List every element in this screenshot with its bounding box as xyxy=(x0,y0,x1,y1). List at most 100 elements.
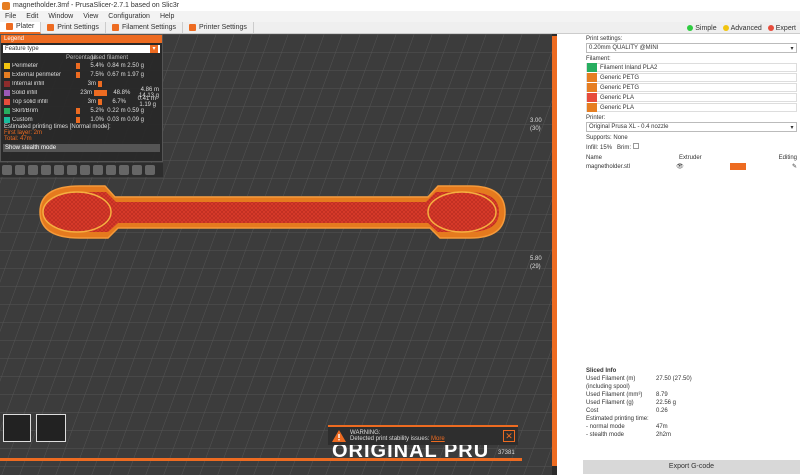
menu-file[interactable]: File xyxy=(0,13,21,20)
travel-icon[interactable] xyxy=(2,165,12,175)
menu-view[interactable]: View xyxy=(78,13,103,20)
col-feature xyxy=(4,55,66,61)
legend-row[interactable]: Skirt/Brim 5.2% 0.22 m 0.59 g xyxy=(1,106,162,115)
tab-print-settings[interactable]: Print Settings xyxy=(41,21,106,34)
menu-help[interactable]: Help xyxy=(155,13,179,20)
sliced-info: Sliced Info Used Filament (m) 27.50 (27.5… xyxy=(583,367,800,439)
horizontal-move-slider[interactable] xyxy=(0,458,522,461)
show-stealth-button[interactable]: Show stealth mode xyxy=(3,144,160,152)
tab-plater[interactable]: Plater xyxy=(0,21,42,34)
tool-marker-icon[interactable] xyxy=(132,165,142,175)
shells-icon[interactable] xyxy=(119,165,129,175)
close-icon[interactable]: ✕ xyxy=(503,430,515,442)
filament-select-3[interactable]: Generic PETG xyxy=(586,83,797,92)
retraction-icon[interactable] xyxy=(28,165,38,175)
layer-mid-index: (29) xyxy=(530,264,541,270)
horizontal-slider-value: 37381 xyxy=(498,450,515,456)
menu-edit[interactable]: Edit xyxy=(21,13,43,20)
tool-change-icon[interactable] xyxy=(67,165,77,175)
legend-row-used: 0.22 m 0.59 g xyxy=(107,107,144,114)
supports-value[interactable]: None xyxy=(613,135,627,141)
mode-expert[interactable]: Expert xyxy=(767,24,796,32)
custom-gcode-icon[interactable] xyxy=(106,165,116,175)
filament-select-5[interactable]: Generic PLA xyxy=(586,103,797,112)
export-gcode-button[interactable]: Export G-code xyxy=(583,460,800,474)
bar-icon xyxy=(76,62,80,69)
window-title: magnetholder.3mf - PrusaSlicer-2.7.1 bas… xyxy=(13,2,180,9)
layer-slider-labels: 3.00 (30) 5.80 (29) xyxy=(529,34,552,475)
mode-simple-label: Simple xyxy=(695,24,717,32)
eye-icon[interactable]: 👁 xyxy=(676,163,684,170)
legend-row-name: External perimeter xyxy=(12,71,62,78)
view-cube-layers-icon[interactable] xyxy=(36,414,66,442)
perimeter-swatch xyxy=(4,62,10,69)
sliced-info-row: - stealth mode 2h2m xyxy=(583,431,800,439)
warning-more-link[interactable]: More xyxy=(431,436,445,442)
sidebar: Print settings: 0.20mm QUALITY @MINI ▾ Fi… xyxy=(583,34,800,475)
object-extruder-swatch[interactable] xyxy=(729,163,746,170)
legend-toggle-icon[interactable] xyxy=(145,165,155,175)
object-list-item[interactable]: magnetholder.stl 👁 ✎ xyxy=(583,162,800,171)
bar-icon xyxy=(98,98,102,105)
filament-select-1[interactable]: Filament Inland PLA2 xyxy=(586,63,797,72)
custom-swatch xyxy=(4,116,10,123)
pause-icon[interactable] xyxy=(93,165,103,175)
seams-icon[interactable] xyxy=(54,165,64,175)
brim-checkbox[interactable] xyxy=(632,143,639,149)
menu-window[interactable]: Window xyxy=(43,13,78,20)
sliced-key: Used Filament (mm³) xyxy=(586,392,643,398)
menu-configuration[interactable]: Configuration xyxy=(103,13,155,20)
deretraction-icon[interactable] xyxy=(41,165,51,175)
col-used-filament: Used filament xyxy=(91,55,128,61)
mode-advanced-label: Advanced xyxy=(730,24,762,32)
filament-select-4[interactable]: Generic PLA xyxy=(586,93,797,102)
warning-message: Detected print stability issues: xyxy=(350,436,430,442)
sliced-key: Estimated printing time: xyxy=(586,416,649,422)
legend-panel: Legend Feature type ▾ Percentage Used fil… xyxy=(0,34,163,162)
col-editing: Editing xyxy=(778,155,797,161)
supports-label: Supports: xyxy=(586,135,612,141)
legend-row[interactable]: Top solid infill 3m 6.7% 0.41 m 1.19 g xyxy=(1,96,162,108)
legend-row[interactable]: Custom 1.0% 0.03 m 0.09 g xyxy=(1,115,162,124)
sliced-key: Used Filament (m) xyxy=(586,376,636,382)
expert-dot-icon xyxy=(767,24,774,31)
plater-icon xyxy=(6,23,13,30)
internal-infill-swatch xyxy=(4,80,10,87)
legend-row-pct: 6.7% xyxy=(112,98,126,105)
legend-row-used: 0.84 m 2.50 g xyxy=(107,62,144,69)
printer-icon xyxy=(189,24,197,31)
mode-advanced[interactable]: Advanced xyxy=(722,24,762,32)
color-change-icon[interactable] xyxy=(80,165,90,175)
view-type-select[interactable]: Feature type ▾ xyxy=(3,45,160,53)
col-extruder: Extruder xyxy=(678,155,702,161)
mode-simple[interactable]: Simple xyxy=(687,24,717,32)
tab-filament-settings[interactable]: Filament Settings xyxy=(106,21,184,34)
view-cube-iso-icon[interactable] xyxy=(3,414,31,442)
object-name: magnetholder.stl xyxy=(586,163,631,170)
legend-row-pct: 5.2% xyxy=(90,107,104,114)
infill-value[interactable]: 15% xyxy=(600,145,612,151)
extruder-color-swatch[interactable] xyxy=(587,83,597,92)
extruder-color-swatch[interactable] xyxy=(587,63,597,72)
printer-select[interactable]: Original Prusa XL - 0.4 nozzle ▾ xyxy=(586,122,797,132)
print-settings-label: Print settings: xyxy=(586,36,623,42)
sliced-info-row: Used Filament (g) 22.56 g xyxy=(583,399,800,407)
legend-header[interactable]: Legend xyxy=(1,35,162,43)
extruder-color-swatch[interactable] xyxy=(587,93,597,102)
extruder-color-swatch[interactable] xyxy=(587,73,597,82)
edit-icon[interactable]: ✎ xyxy=(792,163,797,170)
sliced-info-row: - normal mode 47m xyxy=(583,423,800,431)
print-settings-select[interactable]: 0.20mm QUALITY @MINI ▾ xyxy=(586,43,797,53)
mode-switcher: Simple Advanced Expert xyxy=(687,22,796,34)
wipe-icon[interactable] xyxy=(15,165,25,175)
filament-select-2[interactable]: Generic PETG xyxy=(586,73,797,82)
legend-row[interactable]: Perimeter 5.4% 0.84 m 2.50 g xyxy=(1,61,162,70)
print-settings-icon xyxy=(47,24,55,31)
tab-printer-settings[interactable]: Printer Settings xyxy=(183,21,254,34)
mode-expert-label: Expert xyxy=(775,24,796,32)
legend-row[interactable]: External perimeter 7.5% 0.67 m 1.97 g xyxy=(1,70,162,79)
extruder-color-swatch[interactable] xyxy=(587,103,597,112)
sliced-key: (including spool) xyxy=(586,384,630,390)
bar-icon xyxy=(76,116,80,123)
infill-row: Infill: 15% Brim: xyxy=(583,141,800,151)
